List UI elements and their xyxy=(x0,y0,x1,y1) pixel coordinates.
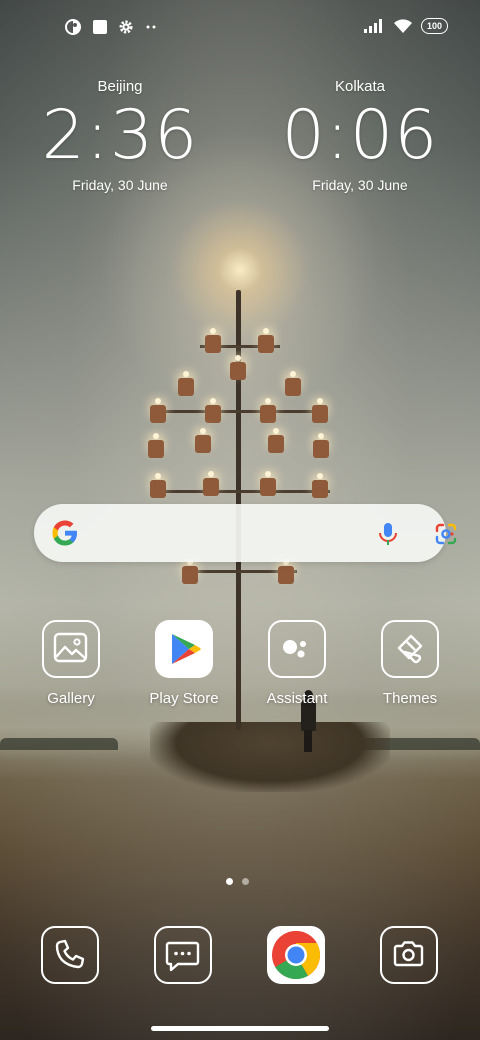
app-label: Themes xyxy=(382,690,438,707)
signal-icon xyxy=(363,19,382,33)
square-notification-icon xyxy=(93,20,107,34)
app-label: Play Store xyxy=(149,690,219,707)
settings-gear-icon xyxy=(119,20,133,34)
themes-brush-icon xyxy=(381,620,439,678)
messages-icon xyxy=(165,941,200,972)
app-play-store[interactable]: Play Store xyxy=(128,620,240,707)
chrome-icon xyxy=(272,930,321,980)
app-label: Gallery xyxy=(47,690,95,707)
clock-time: 0:06 xyxy=(281,96,439,175)
page-dot-active[interactable] xyxy=(226,878,233,885)
dock-chrome-button[interactable] xyxy=(267,926,325,984)
status-bar: 100 xyxy=(0,0,480,56)
app-assistant[interactable]: Assistant xyxy=(241,620,353,707)
google-lens-icon[interactable] xyxy=(434,522,458,546)
dock-phone-button[interactable] xyxy=(41,926,99,984)
app-indicator-icon xyxy=(65,19,81,35)
play-store-icon xyxy=(155,620,213,678)
navigation-gesture-handle[interactable] xyxy=(151,1026,329,1031)
clock-date: Friday, 30 June xyxy=(312,177,408,193)
app-gallery[interactable]: Gallery xyxy=(15,620,127,707)
clock-beijing[interactable]: Beijing 2:36 Friday, 30 June xyxy=(20,78,220,193)
assistant-icon xyxy=(268,620,326,678)
wifi-icon xyxy=(393,19,412,33)
microphone-icon[interactable] xyxy=(377,522,399,546)
clock-city: Beijing xyxy=(97,78,143,95)
app-themes[interactable]: Themes xyxy=(354,620,466,707)
clock-time: 2:36 xyxy=(41,96,199,175)
clock-kolkata[interactable]: Kolkata 0:06 Friday, 30 June xyxy=(260,78,460,193)
gallery-icon xyxy=(42,620,100,678)
page-indicator xyxy=(226,878,249,885)
dock-camera-button[interactable] xyxy=(380,926,438,984)
more-dots-icon xyxy=(146,25,156,29)
clock-date: Friday, 30 June xyxy=(72,177,168,193)
google-g-icon xyxy=(52,520,77,546)
dock-messages-button[interactable] xyxy=(154,926,212,984)
page-dot[interactable] xyxy=(242,878,249,885)
home-screen: 100 Beijing 2:36 Friday, 30 June Kolkata… xyxy=(0,0,480,1040)
app-label: Assistant xyxy=(266,690,328,707)
google-search-bar[interactable] xyxy=(34,504,457,562)
clock-city: Kolkata xyxy=(334,78,386,95)
phone-icon xyxy=(55,939,85,969)
camera-icon xyxy=(393,941,424,967)
battery-indicator: 100 xyxy=(420,18,448,34)
